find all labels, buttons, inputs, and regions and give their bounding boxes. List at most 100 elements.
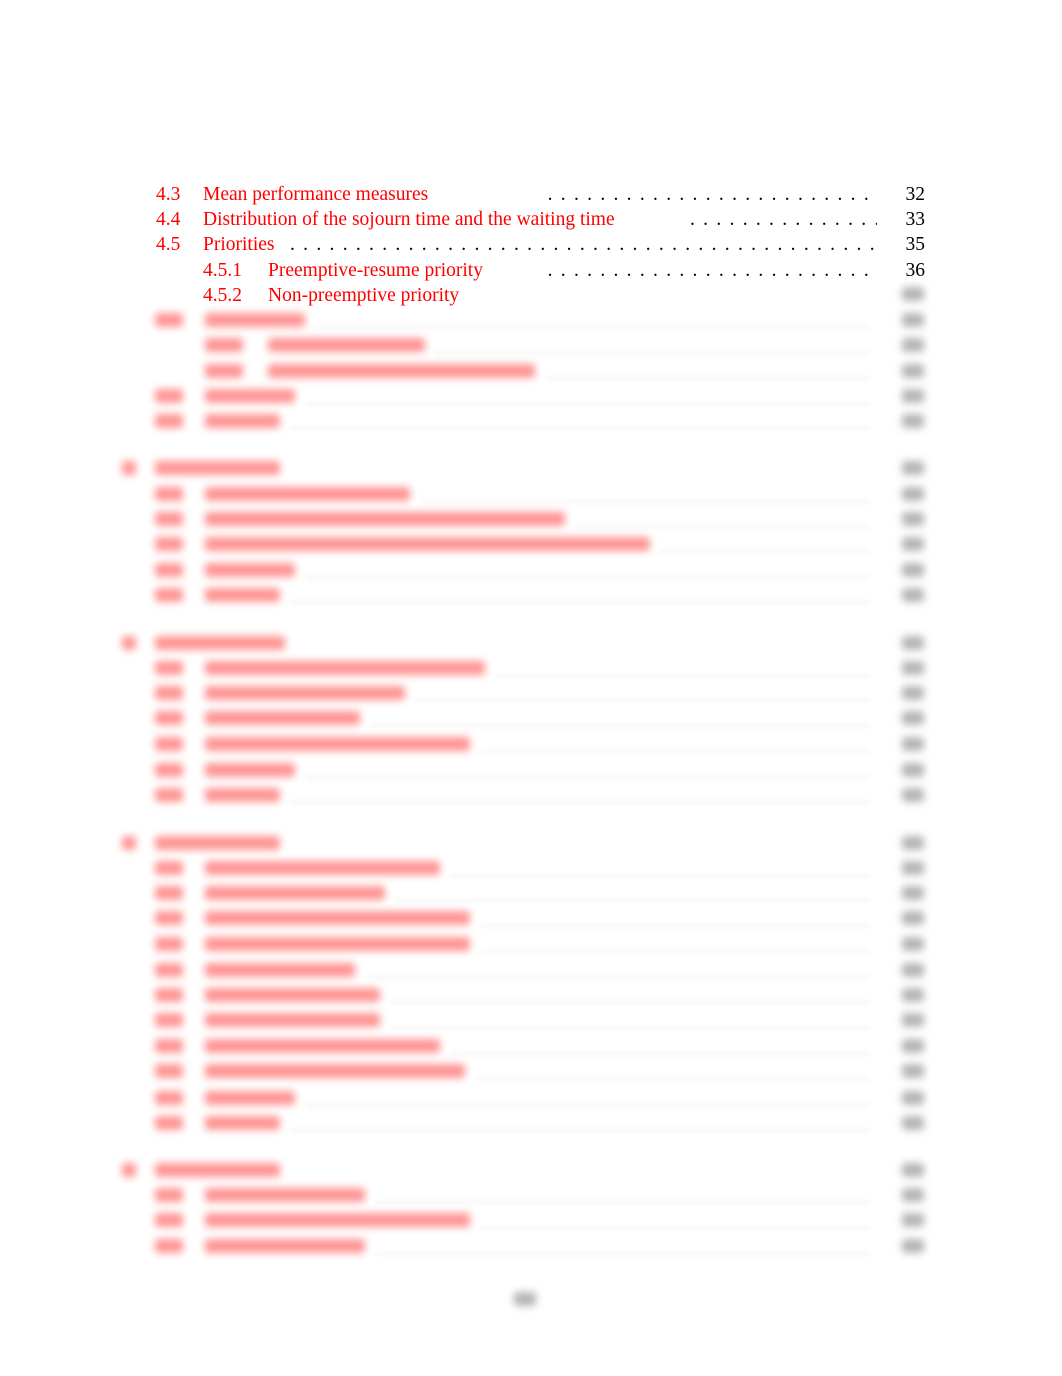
dot-leader: ......................... bbox=[690, 209, 877, 230]
blurred-text bbox=[660, 550, 870, 553]
blurred-text bbox=[155, 1064, 183, 1078]
blurred-text bbox=[205, 1013, 380, 1027]
blurred-text bbox=[155, 1239, 183, 1253]
blurred-text bbox=[902, 988, 924, 1002]
blurred-text bbox=[902, 1213, 924, 1227]
blurred-text bbox=[205, 988, 380, 1002]
blurred-text bbox=[155, 686, 183, 700]
blurred-text bbox=[902, 287, 924, 301]
dot-leader: ......................... bbox=[547, 260, 877, 281]
entry-title[interactable]: Distribution of the sojourn time and the… bbox=[203, 207, 621, 233]
blurred-text bbox=[205, 364, 243, 378]
blurred-text bbox=[205, 389, 295, 403]
blurred-text bbox=[155, 1163, 280, 1177]
blurred-text bbox=[435, 351, 870, 354]
blurred-text bbox=[205, 1091, 295, 1105]
blurred-text bbox=[375, 1252, 870, 1255]
blurred-text bbox=[902, 1013, 924, 1027]
blurred-text bbox=[902, 588, 924, 602]
blurred-text bbox=[450, 874, 870, 877]
blurred-text bbox=[902, 1039, 924, 1053]
blurred-text bbox=[155, 911, 183, 925]
blurred-text bbox=[205, 737, 470, 751]
blurred-text bbox=[155, 487, 183, 501]
blurred-text bbox=[155, 461, 280, 475]
blurred-text bbox=[205, 763, 295, 777]
dot-leader: ......................... bbox=[547, 184, 877, 205]
blurred-text bbox=[902, 537, 924, 551]
blurred-text bbox=[268, 364, 535, 378]
blurred-text bbox=[205, 588, 280, 602]
blurred-text bbox=[390, 1001, 870, 1004]
blurred-text bbox=[155, 1013, 183, 1027]
blurred-text bbox=[205, 537, 650, 551]
toc-entry-4-3[interactable]: ......................... 4.3 Mean perfo… bbox=[0, 182, 1062, 208]
blurred-text bbox=[902, 686, 924, 700]
blurred-text bbox=[902, 1188, 924, 1202]
blurred-text bbox=[475, 1077, 870, 1080]
blurred-text bbox=[155, 414, 183, 428]
entry-page: 35 bbox=[905, 234, 926, 255]
blurred-text bbox=[290, 1129, 870, 1132]
blurred-text bbox=[902, 737, 924, 751]
blurred-text bbox=[155, 389, 183, 403]
blurred-text bbox=[415, 699, 870, 702]
blurred-text bbox=[290, 427, 870, 430]
blurred-text bbox=[450, 1052, 870, 1055]
entry-title[interactable]: Priorities bbox=[203, 232, 281, 258]
blurred-text bbox=[155, 1188, 183, 1202]
blurred-text bbox=[902, 661, 924, 675]
entry-number: 4.5.2 bbox=[203, 285, 242, 306]
entry-title[interactable]: Non-preemptive priority bbox=[268, 283, 466, 309]
blurred-text bbox=[122, 1163, 136, 1177]
blurred-text bbox=[155, 661, 183, 675]
blurred-text bbox=[205, 1239, 365, 1253]
blurred-text bbox=[902, 512, 924, 526]
blurred-text bbox=[902, 389, 924, 403]
blurred-text bbox=[390, 1026, 870, 1029]
blurred-text bbox=[205, 487, 410, 501]
blurred-text bbox=[902, 1163, 924, 1177]
blurred-text bbox=[155, 937, 183, 951]
entry-title[interactable]: Mean performance measures bbox=[203, 182, 435, 208]
blurred-text bbox=[205, 686, 405, 700]
blurred-text bbox=[375, 1201, 870, 1204]
blurred-text bbox=[575, 525, 870, 528]
blurred-text bbox=[268, 338, 425, 352]
blurred-text bbox=[205, 563, 295, 577]
blurred-text bbox=[155, 563, 183, 577]
blurred-text bbox=[205, 1213, 470, 1227]
blurred-text bbox=[902, 1091, 924, 1105]
blurred-text bbox=[902, 963, 924, 977]
blurred-text bbox=[902, 1239, 924, 1253]
blurred-text bbox=[902, 364, 924, 378]
blurred-text bbox=[205, 937, 470, 951]
blurred-text bbox=[155, 988, 183, 1002]
toc-entry-4-5[interactable]: ........................................… bbox=[0, 232, 1062, 258]
blurred-text bbox=[305, 576, 870, 579]
blurred-text bbox=[902, 911, 924, 925]
blurred-text bbox=[155, 1091, 183, 1105]
blurred-text bbox=[902, 461, 924, 475]
toc-entry-4-5-1[interactable]: ......................... 4.5.1 Preempti… bbox=[0, 258, 1062, 284]
dot-leader: ........................................… bbox=[290, 234, 877, 255]
blurred-text bbox=[305, 776, 870, 779]
entry-page: 33 bbox=[905, 209, 926, 230]
blurred-text bbox=[155, 588, 183, 602]
blurred-text bbox=[205, 338, 243, 352]
entry-number: 4.5 bbox=[156, 234, 181, 255]
blurred-text bbox=[902, 711, 924, 725]
blurred-text bbox=[902, 886, 924, 900]
blurred-text bbox=[155, 1039, 183, 1053]
blurred-text bbox=[315, 326, 870, 329]
blurred-text bbox=[480, 950, 870, 953]
entry-title[interactable]: Preemptive-resume priority bbox=[268, 258, 489, 284]
blurred-text bbox=[205, 1064, 465, 1078]
blurred-text bbox=[480, 924, 870, 927]
blurred-text bbox=[305, 402, 870, 405]
blurred-text bbox=[155, 886, 183, 900]
blurred-text bbox=[122, 636, 136, 650]
blurred-text bbox=[205, 711, 360, 725]
toc-entry-4-4[interactable]: ......................... 4.4 Distributi… bbox=[0, 207, 1062, 233]
entry-number: 4.5.1 bbox=[203, 260, 242, 281]
